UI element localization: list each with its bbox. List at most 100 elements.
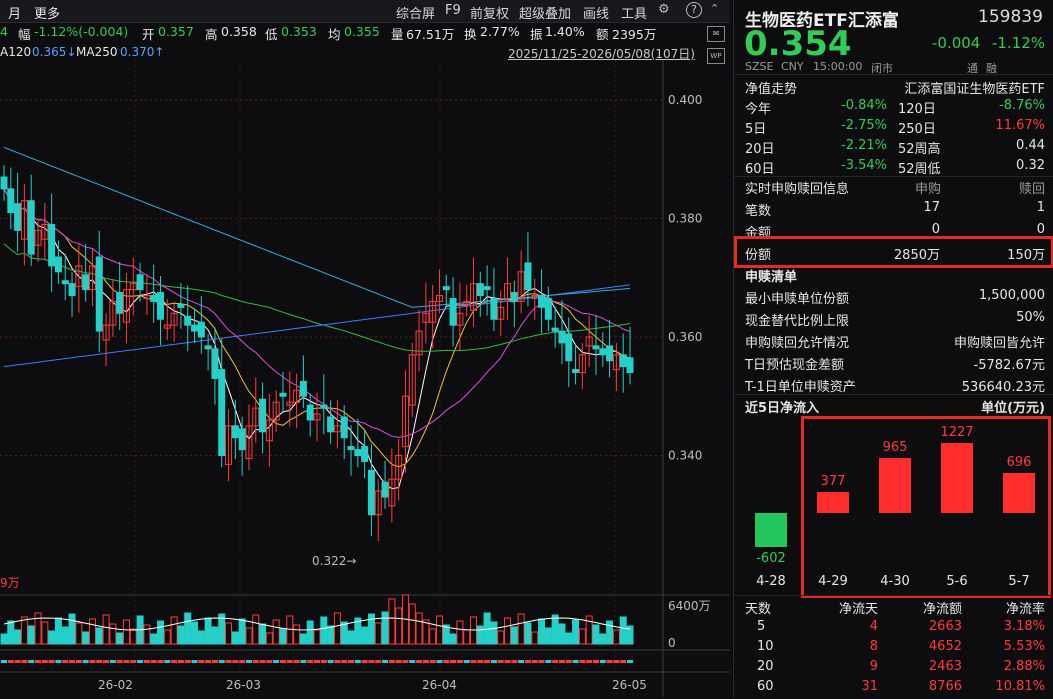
indicator-mark [123,660,130,663]
nav-period-value: -2.21% [841,138,887,153]
volume-bar [150,633,158,645]
volume-bar [490,621,498,645]
amp-value: -1.12%(-0.004) [34,24,129,39]
flow-table-cell: 8 [869,639,878,654]
period-month-button[interactable]: 月 [8,3,21,22]
volume-bar [238,618,246,645]
subscribe-count: 17 [923,200,940,215]
overlay-button[interactable]: 超级叠加 [519,3,571,22]
volume-bar [41,621,49,645]
indicator-mark [395,660,402,663]
more-button[interactable]: 更多 [34,3,60,22]
indicator-mark [55,660,62,663]
candle-body [7,188,15,214]
indicator-mark [490,660,497,663]
indicator-mark [143,660,150,663]
indicator-mark [361,660,368,663]
indicator-mark [75,660,82,663]
indicator-mark [21,660,28,663]
flow-table-cell: 9 [869,659,878,674]
indicator-mark [314,660,320,663]
date-tick-label: 26-03 [226,678,261,692]
creation-row: 最小申赎单位份额 1,500,000 [745,288,1045,308]
flow-bar-value: 1227 [940,425,974,441]
volume-legend: 9万 [0,576,20,590]
redeem-count: 1 [1036,200,1045,215]
flow-table-cell: 2.88% [1003,659,1045,674]
volume-bar [211,626,219,645]
flow-bar-date: 4-29 [818,574,848,589]
tools-button[interactable]: 工具 [621,3,647,22]
composite-screen-button[interactable]: 综合屏 [396,3,435,22]
adjust-button[interactable]: 前复权 [470,3,509,22]
creation-row-label: 申购赎回允许情况 [745,336,850,351]
creation-row-label: T-1日单位申赎资产 [745,380,856,395]
indicator-mark [177,660,184,663]
flow-table-cell: 3.18% [1003,619,1045,634]
indicator-mark [279,660,286,663]
indicator-mark [565,660,572,663]
open-label: 开 [142,27,155,42]
indicator-mark [130,660,137,663]
flow-table-cell: 2663 [928,619,962,634]
flow-unit: 单位(万元) [981,401,1045,416]
candle-body [306,404,314,421]
candle-body [259,398,267,433]
volume-bar [279,628,287,645]
last-price: 0.354 [744,24,852,64]
volume-bar [558,623,566,645]
volume-bar [184,612,192,645]
flow-bar-value: 377 [820,473,846,489]
flow-title: 近5日净流入 [745,401,820,416]
volume-bar [524,622,532,645]
candle-body [381,481,389,498]
volume-bar [456,620,464,645]
creation-row-label: T日预估现金差额 [745,358,844,373]
price-change-pct: -1.12% [992,34,1046,52]
volume-bar [231,631,239,645]
indicator-mark [286,660,293,663]
indicator-mark [69,660,76,663]
volume-bar [191,621,199,645]
high-value: 0.358 [221,24,257,39]
indicator-mark [150,660,157,663]
creation-row: T-1日单位申赎资产 536640.23元 [745,376,1045,396]
volume-bar [7,620,15,645]
indicator-mark [300,660,307,663]
help-icon[interactable]: ? [686,2,702,18]
price-stats-line: 4 幅 -1.12%(-0.004) 开 0.357 高 0.358 低 0.3… [0,24,730,42]
candle-body [626,357,634,374]
nav-period-value: -0.84% [841,98,887,113]
creation-row-value: 536640.23元 [961,380,1045,395]
kline-chart[interactable]: 0.400 0.380 0.360 0.340 6400万 0 9万 26-02 26-03 26… [0,60,730,697]
flow-bar-date: 4-28 [756,574,786,589]
gear-icon[interactable]: ⚙ [658,2,670,17]
candle-body [361,446,369,462]
flow-bar [817,491,849,513]
indicator-mark [443,660,450,663]
f9-button[interactable]: F9 [445,3,461,18]
indicator-mark [606,660,613,663]
nav-period-value: 0.32 [1016,158,1045,173]
price-tick-label: 0.360 [668,330,702,344]
candle-body [327,416,335,433]
indicator-mark [450,660,457,663]
volume-bar [163,629,171,645]
volume-bar [408,603,416,645]
flow-table-cell: 10 [757,639,774,654]
volume-bar [476,625,484,645]
draw-line-button[interactable]: 画线 [583,3,609,22]
high-label: 高 [205,27,218,42]
indicator-mark [613,660,620,663]
subscribe-col-sub: 申购 [915,182,942,197]
nav-row: 今年 -0.84% 120日 -8.76% [745,98,1045,118]
indicator-mark [416,660,423,663]
indicator-mark [109,660,116,663]
nav-period-value: 11.67% [995,118,1045,133]
date-tick-label: 26-04 [422,678,457,692]
ma250-value: 0.370↑ [120,45,165,59]
indicator-mark [354,660,361,663]
indicator-mark [484,660,491,663]
volume-bar [388,598,396,645]
collapse-up-icon[interactable]: ⌃ [710,2,719,15]
